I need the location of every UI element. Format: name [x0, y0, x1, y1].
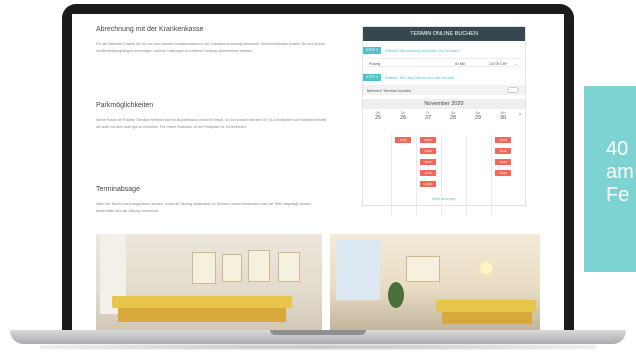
calendar-day-30: Mo 30 10:00 11:00 12:00 13:00 — [492, 111, 514, 176]
step-1-question: Welche Behandlung möchten Sie buchen? — [385, 47, 461, 53]
multi-booking-toggle[interactable] — [507, 87, 519, 93]
billing-heading: Abrechnung mit der Krankenkasse — [96, 26, 204, 33]
time-slot-button[interactable]: 11:00 — [395, 137, 411, 143]
wall-picture — [248, 250, 270, 282]
laptop-notch — [270, 330, 366, 335]
time-slot-button[interactable]: 11:00 — [420, 170, 436, 176]
chevron-down-icon: ⌄ — [515, 61, 518, 66]
time-slot-button[interactable]: 11:00 — [495, 148, 511, 154]
step-1-badge: STEP 1 — [363, 46, 381, 54]
step-2-question: Wählen Sie das Datum und die Uhrzeit — [385, 74, 454, 80]
treatment-couch — [112, 296, 292, 308]
day-date: 30 — [499, 115, 507, 121]
promo-card: 40 am Fe — [584, 86, 636, 272]
step-2: STEP 2 Wählen Sie das Datum und die Uhrz… — [363, 73, 454, 81]
parking-heading: Parkmöglichkeiten — [96, 102, 154, 109]
multi-booking-row: Mehrere Termine buchen — [363, 85, 525, 95]
practice-room-photo-1 — [96, 234, 322, 330]
day-divider — [491, 135, 492, 215]
laptop-screen: Abrechnung mit der Krankenkasse Für die … — [72, 14, 564, 330]
service-name: Polarity — [369, 61, 381, 66]
time-slot-button[interactable]: 09:00 — [420, 148, 436, 154]
multi-booking-label: Mehrere Termine buchen — [367, 88, 412, 93]
day-divider — [441, 135, 442, 215]
step-2-badge: STEP 2 — [363, 73, 381, 81]
booking-title: TERMIN ONLINE BUCHEN — [363, 27, 525, 41]
cancellation-heading: Terminabsage — [96, 186, 140, 193]
promo-line-1: 40 — [606, 138, 629, 160]
show-more-link[interactable]: Mehr anzeigen — [363, 197, 525, 201]
time-slot-button[interactable]: 10:00 — [495, 137, 511, 143]
wall-picture — [278, 252, 300, 282]
billing-section: Abrechnung mit der Krankenkasse Für die … — [96, 26, 328, 55]
chevron-right-icon[interactable]: › — [519, 112, 521, 118]
laptop-shadow — [40, 344, 596, 350]
wall-picture — [406, 256, 440, 282]
step-1: STEP 1 Welche Behandlung möchten Sie buc… — [363, 46, 461, 54]
day-date: 25 — [374, 115, 382, 121]
time-slot-button[interactable]: 12:00 — [495, 159, 511, 165]
promo-line-3: Fe — [606, 184, 630, 206]
wall-picture — [192, 252, 216, 284]
plant — [388, 282, 404, 308]
service-select[interactable]: Polarity 60 Min 120,00 CHF ⌄ — [365, 58, 523, 67]
booking-widget: TERMIN ONLINE BUCHEN STEP 1 Welche Behan… — [362, 26, 526, 215]
calendar-day-27: Fr 27 08:00 09:00 10:00 11:00 12:00 — [417, 111, 439, 187]
day-divider — [466, 135, 467, 215]
calendar-day-26: Do 26 11:00 — [392, 111, 414, 143]
wall-picture — [222, 254, 242, 282]
promo-line-2: am — [606, 161, 634, 183]
calendar-day-25: Mi 25 — [367, 111, 389, 122]
time-slot-button[interactable]: 08:00 — [420, 137, 436, 143]
calendar-month: November 2020 — [363, 99, 525, 109]
lamp — [480, 262, 492, 274]
window — [336, 240, 380, 300]
time-slot-button[interactable]: 13:00 — [495, 170, 511, 176]
couch-base — [442, 310, 532, 324]
day-date: 26 — [399, 115, 407, 121]
day-date: 29 — [474, 115, 482, 121]
billing-text: Für die Methode Polarity bin ich von den… — [96, 42, 326, 53]
day-date: 28 — [449, 115, 457, 121]
calendar-day-29: So 29 — [467, 111, 489, 122]
time-slot-button[interactable]: 10:00 — [420, 159, 436, 165]
parking-text: Meine Praxis für Polarity Therapie befin… — [96, 118, 327, 129]
service-price: 120,00 CHF — [489, 61, 508, 66]
time-slot-button[interactable]: 12:00 — [420, 181, 436, 187]
day-date: 27 — [424, 115, 432, 121]
day-divider — [391, 135, 392, 215]
parking-section: Parkmöglichkeiten Meine Praxis für Polar… — [96, 102, 328, 131]
service-duration: 60 Min — [455, 61, 466, 66]
calendar-day-28: Sa 28 — [442, 111, 464, 122]
cancellation-section: Terminabsage Kann ein Termin nicht einge… — [96, 186, 328, 215]
day-divider — [416, 135, 417, 215]
couch — [436, 300, 536, 312]
cancellation-text: Kann ein Termin nicht eingehalten werden… — [96, 202, 313, 213]
practice-room-photo-2 — [330, 234, 540, 330]
